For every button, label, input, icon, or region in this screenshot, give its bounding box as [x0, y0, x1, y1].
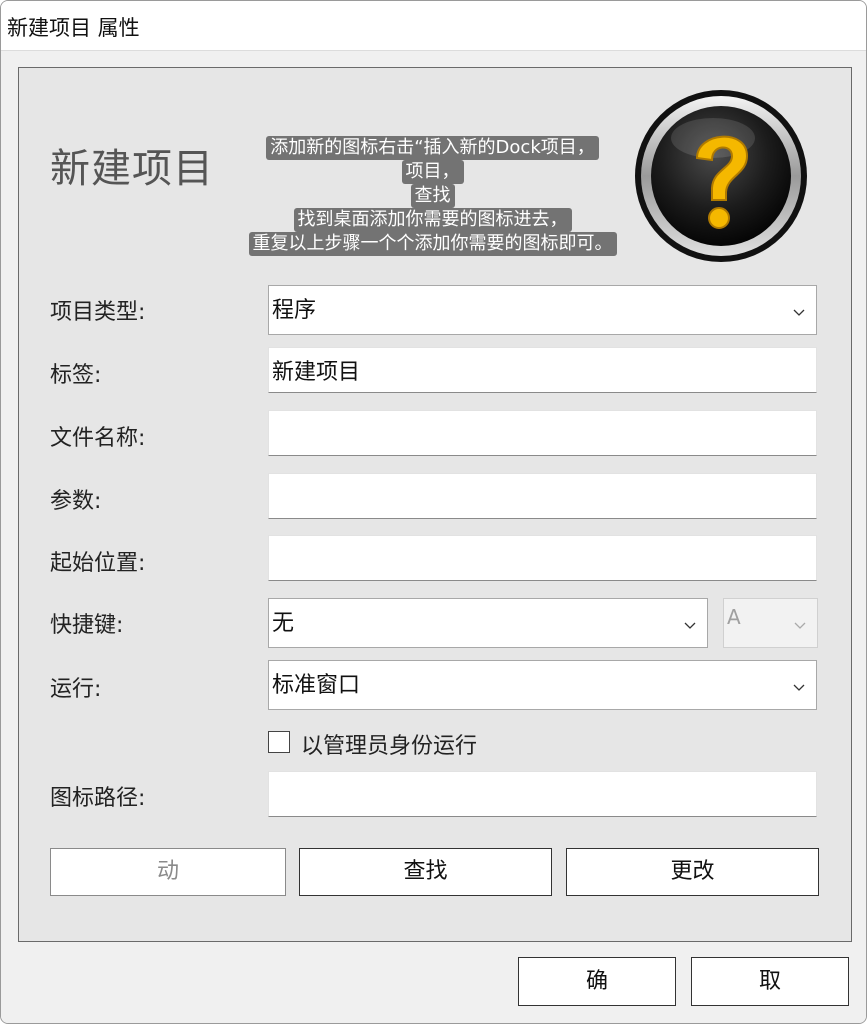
change-button[interactable]: 更改: [566, 848, 819, 896]
page-title: 新建项目: [50, 146, 214, 192]
dialog-content: 新建项目 添加新的图标右击“插入新的Dock项目， 项目， 查找 找到桌面添加你…: [1, 51, 866, 1023]
filename-input[interactable]: [268, 410, 817, 456]
tooltip-line: 重复以上步骤一个个添加你需要的图标即可。: [248, 232, 617, 256]
run-as-admin-label[interactable]: 以管理员身份运行: [301, 728, 477, 760]
icon-path-input[interactable]: [268, 771, 817, 817]
tooltip-line: 添加新的图标右击“插入新的Dock项目，: [266, 136, 599, 160]
run-mode-value: 标准窗口: [272, 673, 361, 698]
tooltip-line: 找到桌面添加你需要的图标进去，: [293, 208, 572, 232]
help-tooltip: 添加新的图标右击“插入新的Dock项目， 项目， 查找 找到桌面添加你需要的图标…: [219, 136, 646, 256]
item-type-label: 项目类型:: [50, 300, 146, 325]
params-label: 参数:: [50, 489, 102, 514]
tooltip-line: 查找: [410, 184, 455, 208]
hotkey-label: 快捷键:: [50, 613, 124, 638]
start-position-label: 起始位置:: [50, 551, 146, 576]
cancel-button[interactable]: 取: [691, 957, 849, 1006]
window-title: 新建项目 属性: [7, 16, 140, 40]
run-mode-select[interactable]: 标准窗口: [268, 660, 817, 710]
chevron-down-icon: [684, 622, 696, 629]
browse-button[interactable]: 查找: [299, 848, 552, 896]
filename-label: 文件名称:: [50, 426, 146, 451]
tag-value: 新建项目: [272, 360, 361, 385]
chevron-down-icon: [793, 309, 805, 316]
item-type-value: 程序: [272, 298, 317, 323]
ok-button[interactable]: 确: [518, 957, 676, 1006]
hotkey-key-select[interactable]: A: [723, 598, 818, 648]
tag-input[interactable]: 新建项目: [268, 347, 817, 393]
run-label: 运行:: [50, 677, 102, 702]
tag-label: 标签:: [50, 363, 102, 388]
action-button[interactable]: 动: [50, 848, 286, 896]
item-type-select[interactable]: 程序: [268, 285, 817, 335]
icon-path-label: 图标路径:: [50, 786, 146, 811]
properties-dialog: 新建项目 属性 新建项目 添加新的图标右击“插入新的Dock项目， 项目， 查找…: [0, 0, 867, 1024]
help-question-icon[interactable]: [633, 88, 809, 264]
hotkey-select[interactable]: 无: [268, 598, 708, 648]
chevron-down-icon: [794, 622, 806, 629]
params-input[interactable]: [268, 473, 817, 519]
properties-panel: 新建项目 添加新的图标右击“插入新的Dock项目， 项目， 查找 找到桌面添加你…: [18, 67, 852, 942]
title-bar[interactable]: 新建项目 属性: [1, 1, 866, 51]
hotkey-key-value: A: [727, 605, 741, 629]
tooltip-line: 项目，: [401, 160, 464, 184]
run-as-admin-checkbox[interactable]: [268, 731, 290, 753]
start-position-input[interactable]: [268, 535, 817, 581]
chevron-down-icon: [793, 684, 805, 691]
hotkey-value: 无: [272, 611, 295, 636]
